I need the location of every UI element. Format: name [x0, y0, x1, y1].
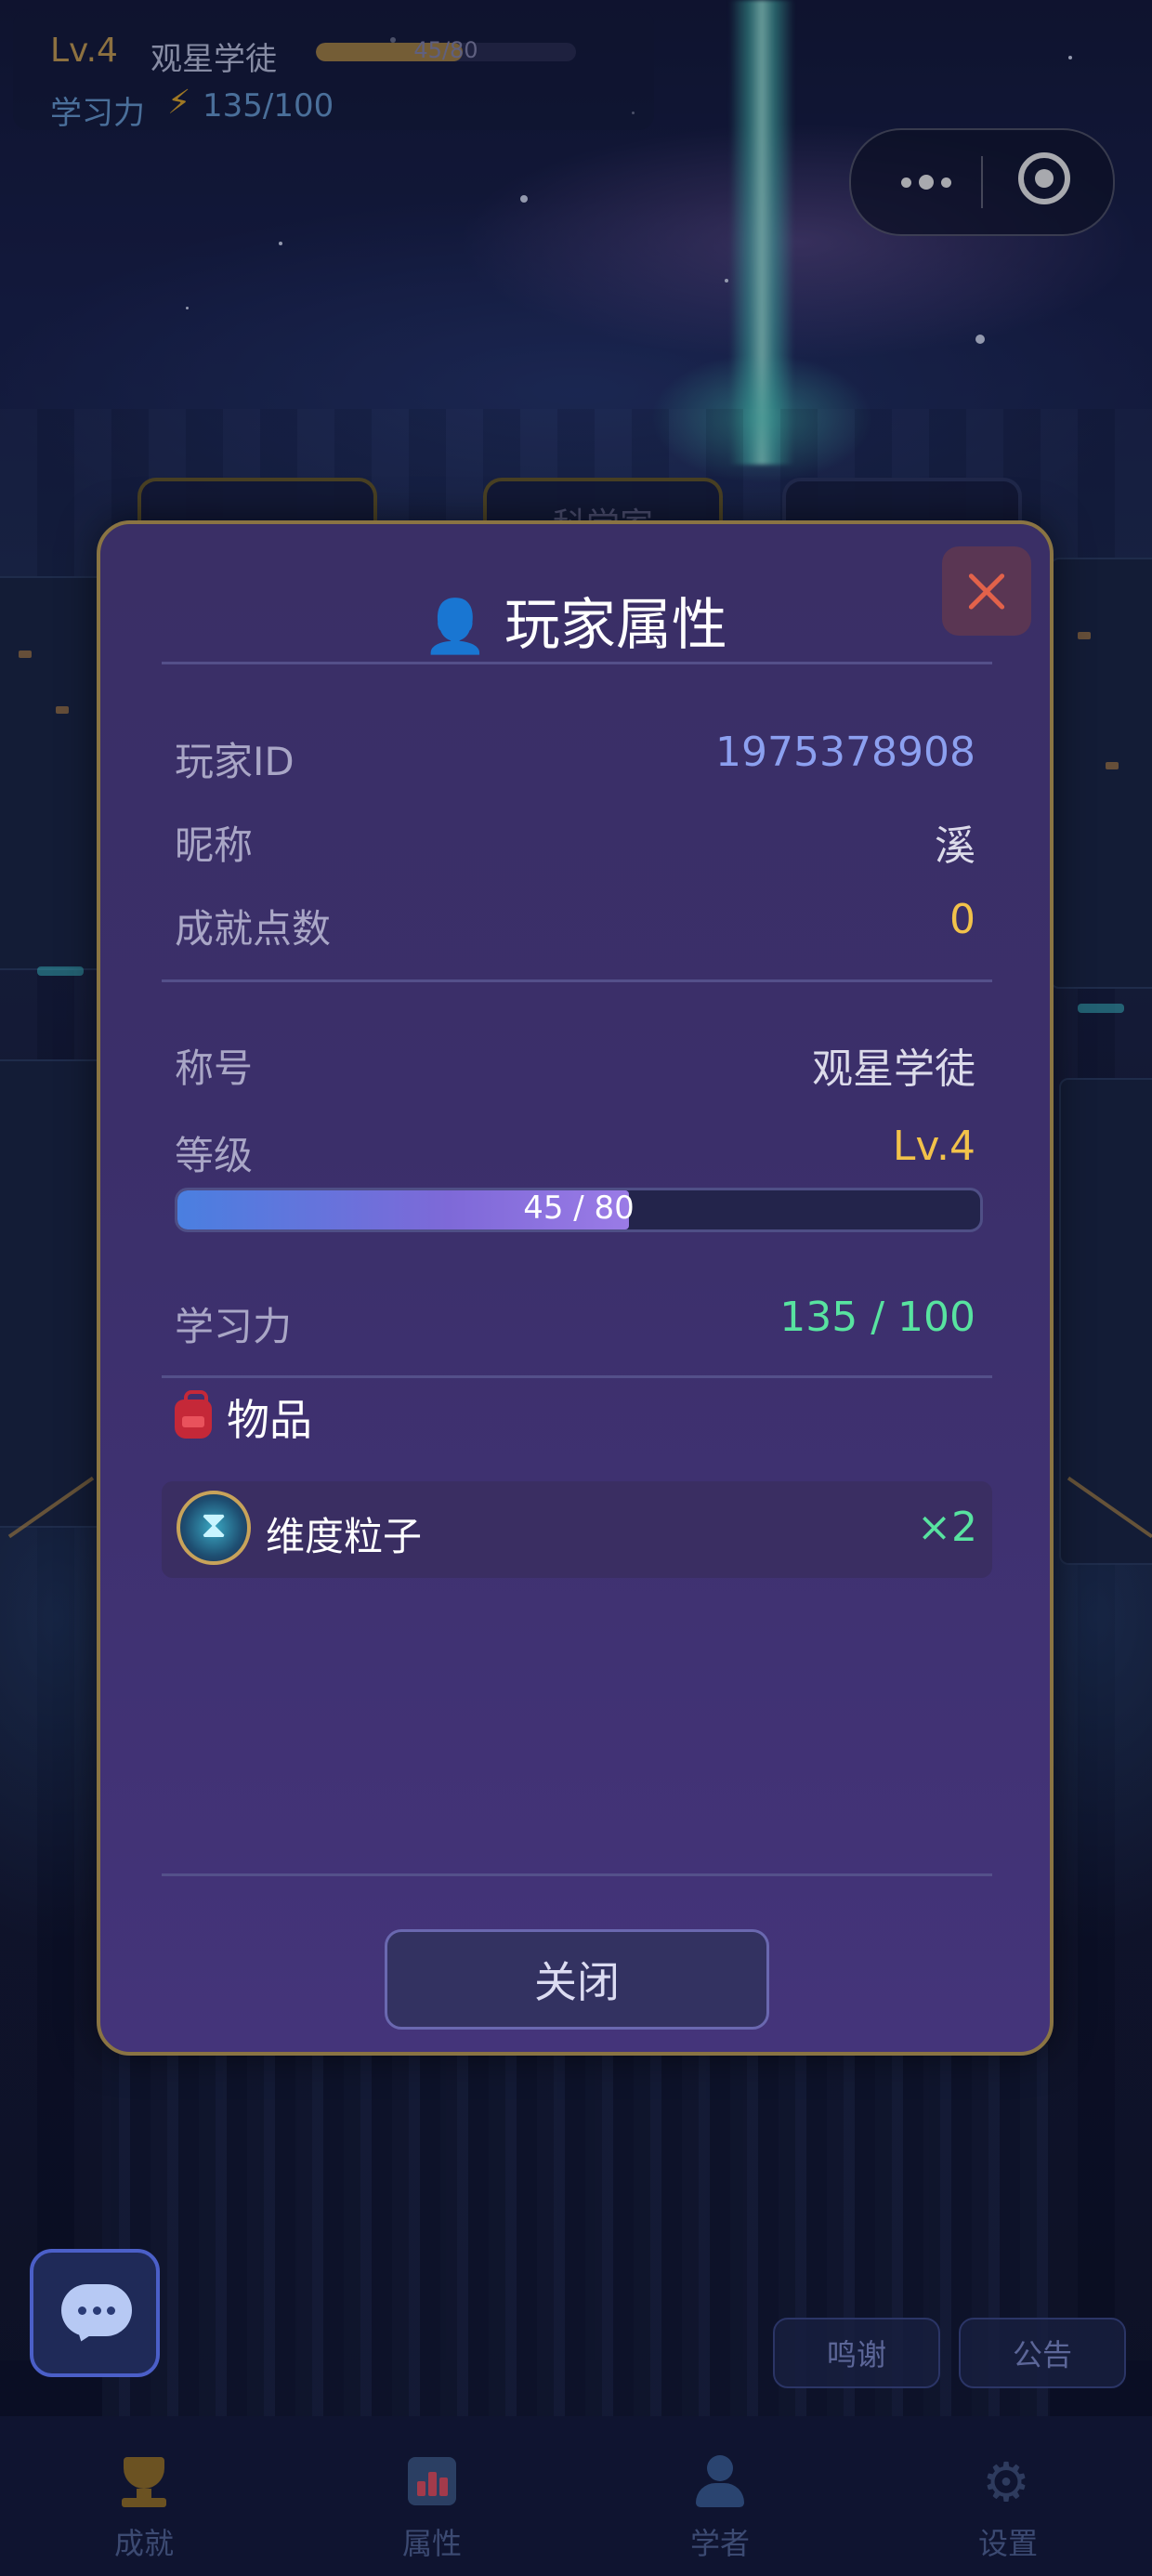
notice-button[interactable]: 公告 — [959, 2318, 1126, 2388]
nav-label: 成就 — [113, 2526, 174, 2561]
close-x-icon[interactable] — [942, 546, 1031, 636]
player-id-label: 玩家ID — [175, 739, 295, 784]
thanks-button[interactable]: 鸣谢 — [773, 2318, 940, 2388]
divider — [162, 1873, 992, 1876]
nav-label: 属性 — [401, 2526, 462, 2561]
nav-item-settings[interactable]: ⚙ 设置 — [864, 2416, 1152, 2576]
hourglass-orb-icon — [177, 1491, 251, 1565]
nav-item-achievements[interactable]: 成就 — [0, 2416, 288, 2576]
modal-title: 玩家属性 — [504, 593, 727, 658]
user-icon: 👤 — [423, 597, 488, 657]
rank-label: 称号 — [175, 1045, 254, 1091]
player-attributes-modal: 👤 玩家属性 玩家ID 1975378908 昵称 溪 成就点数 0 称号 观星学… — [97, 520, 1054, 2056]
item-count: ×2 — [917, 1504, 977, 1551]
person-icon — [690, 2451, 750, 2511]
rank-value: 观星学徒 — [812, 1045, 975, 1093]
inventory-item[interactable]: 维度粒子 ×2 — [162, 1481, 992, 1578]
study-power-label: 学习力 — [175, 1304, 293, 1349]
trophy-icon — [114, 2451, 174, 2511]
bar-chart-icon — [402, 2451, 462, 2511]
nav-item-attributes[interactable]: 属性 — [288, 2416, 576, 2576]
items-label: 物品 — [227, 1395, 312, 1445]
divider — [162, 1375, 992, 1378]
achievement-points-value: 0 — [949, 896, 975, 943]
study-power-value: 135 / 100 — [779, 1294, 975, 1341]
nav-label: 设置 — [977, 2526, 1038, 2561]
items-heading: 物品 — [175, 1387, 312, 1448]
chat-button[interactable] — [30, 2249, 160, 2377]
gear-icon: ⚙ — [982, 2451, 1030, 2514]
level-label: 等级 — [175, 1133, 254, 1178]
backpack-icon — [175, 1390, 212, 1439]
level-progress-text: 45 / 80 — [523, 1189, 635, 1227]
nickname-value: 溪 — [935, 822, 975, 870]
nickname-label: 昵称 — [175, 822, 254, 868]
level-value: Lv.4 — [892, 1123, 975, 1170]
item-name: 维度粒子 — [266, 1514, 423, 1559]
nav-label: 学者 — [689, 2526, 750, 2561]
divider — [162, 662, 992, 664]
achievement-points-label: 成就点数 — [175, 906, 332, 952]
bottom-navigation: 成就 属性 学者 ⚙ 设置 — [0, 2416, 1152, 2576]
chat-dots — [78, 2307, 115, 2315]
modal-title-row: 👤 玩家属性 — [100, 580, 1050, 661]
nav-item-scholars[interactable]: 学者 — [576, 2416, 864, 2576]
divider — [162, 979, 992, 982]
close-button[interactable]: 关闭 — [385, 1929, 769, 2030]
player-id-value: 1975378908 — [715, 729, 975, 776]
